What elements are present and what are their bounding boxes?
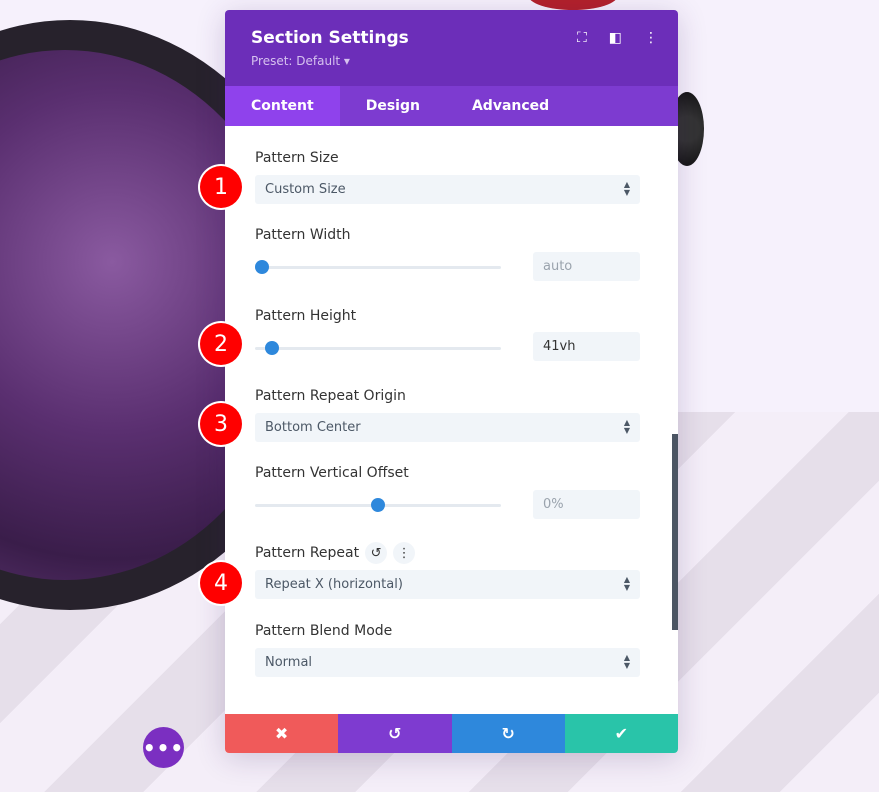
pattern-width-label: Pattern Width [255, 227, 351, 243]
select-value: Bottom Center [265, 420, 361, 435]
panel-header: Section Settings Preset: Default ▾ ⛶ ◧ ⋮ [225, 10, 678, 86]
select-value: Normal [265, 655, 313, 670]
settings-content: Pattern Size Custom Size ▲ ▼ Pattern Width… [225, 126, 678, 714]
tab-advanced[interactable]: Advanced [446, 86, 575, 126]
strawberry-image [528, 0, 618, 10]
reset-icon[interactable]: ↺ [365, 542, 388, 564]
section-settings-panel: Section Settings Preset: Default ▾ ⛶ ◧ ⋮… [225, 10, 678, 753]
slider-handle[interactable] [265, 341, 280, 355]
pattern-repeat-label: Pattern Repeat ↺ ⋮ [255, 542, 416, 564]
step-badge-1: 1 [200, 166, 242, 208]
cancel-button[interactable]: ✖ [225, 714, 339, 753]
step-badge-3: 3 [200, 403, 242, 445]
select-arrows-icon: ▲ ▼ [623, 418, 630, 435]
pattern-width-slider[interactable] [255, 260, 501, 274]
slider-handle[interactable] [371, 498, 385, 512]
repeat-origin-select[interactable]: Bottom Center ▲ ▼ [255, 413, 640, 442]
pattern-height-slider[interactable] [255, 341, 501, 355]
pattern-height-input[interactable]: 41vh [533, 332, 640, 361]
blend-mode-select[interactable]: Normal ▲ ▼ [255, 648, 640, 677]
pattern-size-label: Pattern Size [255, 150, 339, 166]
vertical-offset-label: Pattern Vertical Offset [255, 465, 409, 481]
scrollbar[interactable] [672, 434, 678, 630]
vertical-offset-slider[interactable] [255, 498, 501, 512]
pattern-width-input[interactable]: auto [533, 252, 640, 281]
repeat-origin-label: Pattern Repeat Origin [255, 388, 406, 404]
save-button[interactable]: ✔ [564, 714, 678, 753]
fullscreen-icon[interactable]: ⛶ [577, 30, 587, 46]
tab-content[interactable]: Content [225, 86, 340, 126]
vertical-offset-input[interactable]: 0% [533, 490, 640, 519]
undo-button[interactable]: ↺ [338, 714, 452, 753]
floating-menu-button[interactable]: ••• [143, 727, 184, 768]
more-options-icon[interactable]: ⋮ [644, 30, 658, 46]
redo-button[interactable]: ↻ [451, 714, 565, 753]
preset-dropdown[interactable]: Preset: Default ▾ [251, 54, 652, 68]
blend-mode-label: Pattern Blend Mode [255, 623, 393, 639]
select-value: Custom Size [265, 182, 346, 197]
slider-handle[interactable] [255, 260, 270, 274]
step-badge-2: 2 [200, 323, 242, 365]
pattern-size-select[interactable]: Custom Size ▲ ▼ [255, 175, 640, 204]
tab-design[interactable]: Design [340, 86, 446, 126]
select-arrows-icon: ▲ ▼ [623, 180, 630, 197]
select-value: Repeat X (horizontal) [265, 577, 403, 592]
select-arrows-icon: ▲ ▼ [623, 653, 630, 670]
step-badge-4: 4 [200, 562, 242, 604]
select-arrows-icon: ▲ ▼ [623, 575, 630, 592]
pattern-repeat-select[interactable]: Repeat X (horizontal) ▲ ▼ [255, 570, 640, 599]
options-icon[interactable]: ⋮ [393, 542, 416, 564]
pattern-height-label: Pattern Height [255, 308, 357, 324]
split-view-icon[interactable]: ◧ [609, 30, 622, 46]
panel-footer: ✖ ↺ ↻ ✔ [225, 714, 678, 753]
label-text: Pattern Repeat [255, 545, 360, 561]
tab-bar: Content Design Advanced [225, 86, 678, 126]
